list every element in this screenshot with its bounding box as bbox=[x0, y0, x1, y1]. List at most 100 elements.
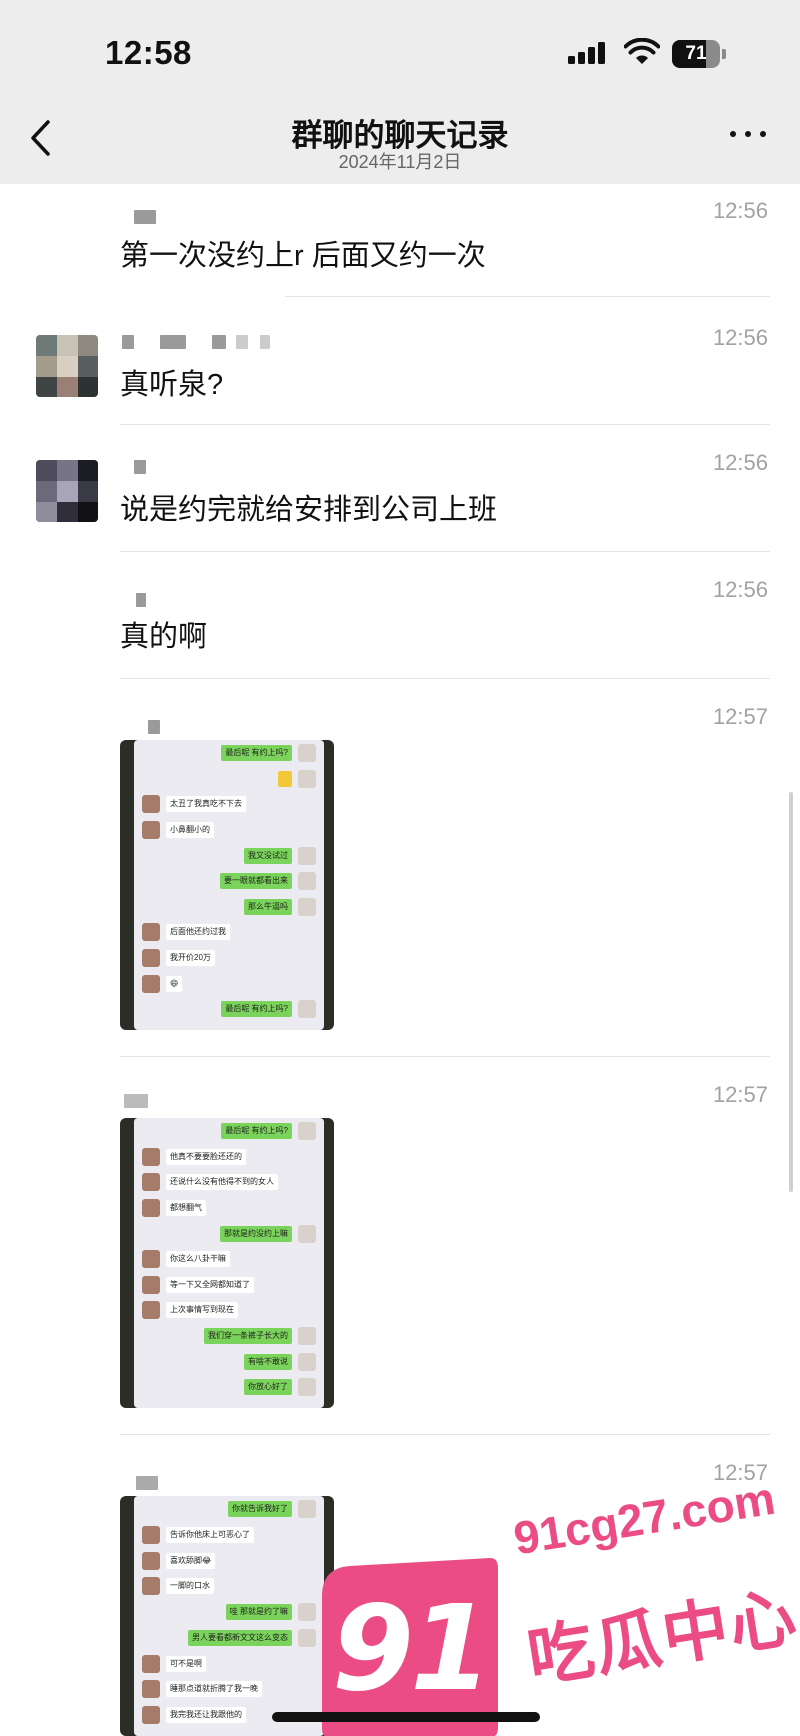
screenshot-bubble-text: 他真不要要脸还还的 bbox=[166, 1148, 246, 1165]
screenshot-incoming-bubble: 都想翻气 bbox=[134, 1198, 324, 1217]
screenshot-avatar bbox=[142, 1275, 160, 1294]
screenshot-bubble-text: 你放心好了 bbox=[244, 1379, 292, 1396]
screenshot-bubble-text: 哇 那就是约了嘛 bbox=[225, 1604, 292, 1621]
screenshot-bubble-text: 小鼻翻小的 bbox=[166, 821, 214, 838]
screenshot-outgoing-bubble: 我又没试过 bbox=[134, 846, 324, 865]
screenshot-avatar bbox=[142, 1198, 160, 1217]
screenshot-avatar bbox=[298, 1378, 316, 1397]
message-time: 12:57 bbox=[712, 1082, 768, 1107]
screenshot-outgoing-bubble: 我们穿一条裤子长大的 bbox=[134, 1327, 324, 1346]
avatar[interactable] bbox=[36, 460, 98, 522]
home-indicator[interactable] bbox=[272, 1712, 540, 1722]
screenshot-incoming-bubble: 还说什么没有他得不到的女人 bbox=[134, 1173, 324, 1192]
screenshot-avatar bbox=[142, 1551, 160, 1570]
chat-screenshot-image[interactable]: 你就告诉我好了告诉你他床上可恶心了 喜欢舔脚😂 一脚的口水哇 那就是约了嘛男人要看都… bbox=[120, 1496, 334, 1736]
message-time: 12:56 bbox=[712, 198, 768, 223]
screenshot-incoming-bubble: 他真不要要脸还还的 bbox=[134, 1147, 324, 1166]
message-text[interactable]: 说是约完就给安排到公司上班 bbox=[120, 486, 497, 528]
screenshot-outgoing-bubble: 你就告诉我好了 bbox=[134, 1500, 324, 1518]
screenshot-bubble-text: 最后呢 有约上吗? bbox=[221, 745, 292, 761]
chat-history-screen: 12:58 71 群聊的聊天记录 2024年11月2日 12:56 第一次没约上… bbox=[0, 0, 800, 1736]
screenshot-bubble-text: 告诉你他床上可恶心了 bbox=[166, 1526, 254, 1543]
screenshot-outgoing-bubble: 男人要看都新文文这么变态 bbox=[134, 1628, 324, 1647]
screenshot-avatar bbox=[142, 795, 160, 814]
screenshot-bubble-text: 那就是约没约上嘛 bbox=[220, 1225, 292, 1242]
screenshot-bubble-text: 后面他还约过我 bbox=[166, 924, 230, 941]
scrollbar[interactable] bbox=[789, 792, 793, 1192]
screenshot-incoming-bubble: 小鼻翻小的 bbox=[134, 820, 324, 839]
screenshot-avatar bbox=[298, 1603, 316, 1622]
chat-screenshot-image[interactable]: 最后呢 有约上吗? 太丑了我真吃不下去 小鼻翻小的我又没试过要一眼就都看出来那么牛逼… bbox=[120, 740, 334, 1030]
screenshot-bubble-text: 男人要看都新文文这么变态 bbox=[188, 1629, 292, 1646]
screenshot-incoming-bubble: 你这么八卦干嘛 bbox=[134, 1250, 324, 1269]
screenshot-bubble-text: 😄 bbox=[166, 975, 183, 992]
screenshot-outgoing-bubble: 要一眼就都看出来 bbox=[134, 872, 324, 891]
screenshot-bubble-text: 太丑了我真吃不下去 bbox=[166, 796, 246, 813]
screenshot-bubble-text: 有啥不敢说 bbox=[244, 1353, 292, 1370]
screenshot-bubble-text: 我又没试过 bbox=[244, 847, 292, 864]
screenshot-bubble-text: 一脚的口水 bbox=[166, 1578, 214, 1595]
screenshot-bubble-text: 等一下又全网都知道了 bbox=[166, 1276, 254, 1293]
screenshot-bubble-text: 我们穿一条裤子长大的 bbox=[204, 1328, 292, 1345]
more-options-icon[interactable] bbox=[728, 128, 768, 140]
screenshot-incoming-bubble: 我开价20万 bbox=[134, 949, 324, 968]
screenshot-incoming-bubble: 后面他还约过我 bbox=[134, 923, 324, 942]
screenshot-outgoing-bubble: 最后呢 有约上吗? bbox=[134, 744, 324, 762]
battery-level: 71 bbox=[685, 43, 707, 64]
screenshot-avatar bbox=[298, 744, 316, 762]
screenshot-avatar bbox=[298, 769, 316, 788]
screenshot-incoming-bubble: 睡那点道就折腾了我一晚 bbox=[134, 1680, 324, 1699]
screenshot-avatar bbox=[298, 1122, 316, 1140]
screenshot-avatar bbox=[298, 872, 316, 891]
watermark-logo-text: 91 bbox=[331, 1579, 492, 1717]
screenshot-incoming-bubble: 告诉你他床上可恶心了 bbox=[134, 1525, 324, 1544]
screenshot-avatar bbox=[298, 897, 316, 916]
screenshot-avatar bbox=[142, 1250, 160, 1269]
screenshot-bubble-text bbox=[278, 770, 292, 787]
screenshot-bubble-text: 都想翻气 bbox=[166, 1199, 206, 1216]
chat-message: 12:56 真听泉? bbox=[0, 297, 800, 425]
screenshot-bubble-text: 喜欢舔脚😂 bbox=[166, 1552, 216, 1569]
screenshot-bubble-text: 你就告诉我好了 bbox=[228, 1501, 292, 1517]
screenshot-bubble-text: 上次事情写到现在 bbox=[166, 1302, 238, 1319]
chat-message: 12:56 第一次没约上r 后面又约一次 bbox=[0, 184, 800, 297]
screenshot-outgoing-bubble: 最后呢 有约上吗? bbox=[134, 1000, 324, 1019]
screenshot-avatar bbox=[142, 949, 160, 968]
screenshot-bubble-text: 还说什么没有他得不到的女人 bbox=[166, 1174, 278, 1191]
screenshot-avatar bbox=[298, 846, 316, 865]
screenshot-avatar bbox=[142, 1706, 160, 1725]
screenshot-outgoing-bubble: 最后呢 有约上吗? bbox=[134, 1122, 324, 1140]
message-time: 12:56 bbox=[712, 450, 768, 475]
screenshot-outgoing-bubble: 有啥不敢说 bbox=[134, 1352, 324, 1371]
screenshot-avatar bbox=[142, 1525, 160, 1544]
screenshot-avatar bbox=[298, 1500, 316, 1518]
screenshot-incoming-bubble: 太丑了我真吃不下去 bbox=[134, 795, 324, 814]
cellular-signal-icon bbox=[568, 42, 608, 64]
battery-icon: 71 bbox=[672, 40, 726, 68]
screenshot-outgoing-bubble: 哇 那就是约了嘛 bbox=[134, 1603, 324, 1622]
screenshot-avatar bbox=[142, 974, 160, 993]
screenshot-avatar bbox=[298, 1628, 316, 1647]
screenshot-bubble-text: 最后呢 有约上吗? bbox=[221, 1123, 292, 1139]
screenshot-avatar bbox=[298, 1352, 316, 1371]
message-time: 12:56 bbox=[712, 325, 768, 350]
message-text[interactable]: 真听泉? bbox=[120, 361, 223, 403]
screenshot-bubble-text: 那么牛逼吗 bbox=[244, 898, 292, 915]
screenshot-avatar bbox=[142, 1173, 160, 1192]
message-text[interactable]: 第一次没约上r 后面又约一次 bbox=[120, 232, 486, 274]
screenshot-avatar bbox=[142, 820, 160, 839]
screenshot-outgoing-bubble: 那就是约没约上嘛 bbox=[134, 1224, 324, 1243]
top-bar: 12:58 71 群聊的聊天记录 2024年11月2日 bbox=[0, 0, 800, 184]
chat-message: 12:57 最后呢 有约上吗? 他真不要要脸还还的还说什么没有他得不到的女人 都想翻… bbox=[0, 1056, 800, 1435]
message-text[interactable]: 真的啊 bbox=[120, 613, 207, 655]
chat-message: 12:57 最后呢 有约上吗? 太丑了我真吃不下去 小鼻翻小的 我又没试过 要一眼就都看… bbox=[0, 678, 800, 1057]
screenshot-bubble-text: 最后呢 有约上吗? bbox=[221, 1001, 292, 1018]
chat-message: 12:56 说是约完就给安排到公司上班 bbox=[0, 424, 800, 552]
screenshot-outgoing-bubble: 你放心好了 bbox=[134, 1378, 324, 1397]
avatar[interactable] bbox=[36, 335, 98, 397]
message-time: 12:56 bbox=[712, 577, 768, 602]
screenshot-bubble-text: 要一眼就都看出来 bbox=[220, 873, 292, 890]
screenshot-avatar bbox=[142, 1680, 160, 1699]
chat-screenshot-image[interactable]: 最后呢 有约上吗? 他真不要要脸还还的还说什么没有他得不到的女人 都想翻气 那就是约没… bbox=[120, 1118, 334, 1408]
screenshot-avatar bbox=[142, 1577, 160, 1596]
